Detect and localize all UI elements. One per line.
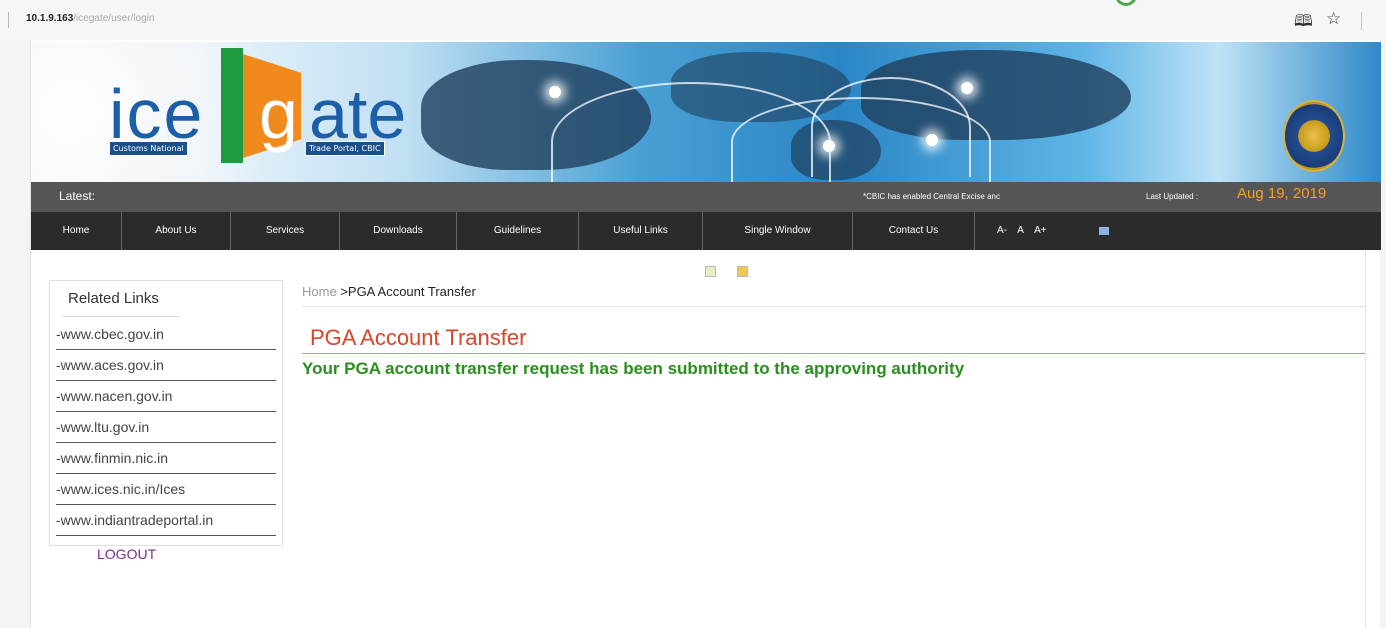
book-open-icon[interactable]: 🕮: [1294, 10, 1313, 37]
page-title: PGA Account Transfer: [310, 325, 527, 350]
font-increase-button[interactable]: A+: [1034, 225, 1047, 236]
nav-useful-links[interactable]: Useful Links: [579, 212, 703, 250]
banner-hub-glow: [961, 82, 973, 94]
related-link-cbec[interactable]: -www.cbec.gov.in: [56, 319, 276, 350]
banner-hub-glow: [823, 140, 835, 152]
nav-about-us[interactable]: About Us: [122, 212, 231, 250]
related-link-finmin[interactable]: -www.finmin.nic.in: [56, 443, 276, 474]
main-nav: Home About Us Services Downloads Guideli…: [31, 212, 1381, 250]
nav-contact-us[interactable]: Contact Us: [853, 212, 975, 250]
browser-address-bar: 10.1.9.163/icegate/user/login 🕮 ☆: [0, 0, 1386, 40]
related-links-list: -www.cbec.gov.in -www.aces.gov.in -www.n…: [56, 319, 276, 536]
breadcrumb-current: >PGA Account Transfer: [340, 284, 476, 299]
nav-downloads[interactable]: Downloads: [340, 212, 457, 250]
logo-tagline-left: Customs National: [109, 141, 188, 156]
divider: [62, 316, 180, 317]
nav-home[interactable]: Home: [31, 212, 122, 250]
news-ticker[interactable]: *CBIC has enabled Central Excise anc: [863, 192, 1000, 201]
breadcrumb-home[interactable]: Home: [302, 284, 337, 299]
breadcrumb: Home >PGA Account Transfer: [302, 284, 476, 299]
font-normal-button[interactable]: A: [1017, 225, 1024, 236]
header-banner: ice g ate Customs National Trade Portal,…: [31, 42, 1381, 182]
banner-hub-glow: [549, 86, 561, 98]
theme-yellow-button[interactable]: [737, 266, 748, 277]
divider: [302, 306, 1365, 307]
star-icon[interactable]: ☆: [1326, 9, 1341, 29]
related-link-ltu[interactable]: -www.ltu.gov.in: [56, 412, 276, 443]
url-field[interactable]: 10.1.9.163/icegate/user/login: [26, 13, 154, 24]
last-updated-date: Aug 19, 2019: [1237, 185, 1327, 202]
page-frame: ice g ate Customs National Trade Portal,…: [30, 40, 1381, 628]
cbic-emblem-icon: [1283, 100, 1345, 172]
icegate-logo[interactable]: ice g ate Customs National Trade Portal,…: [109, 48, 429, 168]
related-link-aces[interactable]: -www.aces.gov.in: [56, 350, 276, 381]
contrast-toggle-icon[interactable]: [1099, 227, 1109, 235]
divider: [8, 12, 9, 28]
logout-link[interactable]: LOGOUT: [97, 546, 156, 562]
related-link-indiantradeportal[interactable]: -www.indiantradeportal.in: [56, 505, 276, 536]
banner-route-arc: [731, 97, 991, 182]
content-right-border: [1365, 250, 1366, 628]
logo-tagline-right: Trade Portal, CBIC: [305, 141, 385, 156]
url-path: /icegate/user/login: [73, 13, 155, 24]
latest-label: Latest:: [59, 189, 96, 203]
banner-hub-glow: [926, 134, 938, 146]
related-links-panel: Related Links -www.cbec.gov.in -www.aces…: [49, 280, 283, 546]
success-message: Your PGA account transfer request has be…: [302, 359, 965, 378]
logo-door-green: [221, 48, 243, 163]
related-link-ices[interactable]: -www.ices.nic.in/Ices: [56, 474, 276, 505]
theme-light-button[interactable]: [705, 266, 716, 277]
latest-news-bar: Latest: *CBIC has enabled Central Excise…: [31, 182, 1381, 212]
logo-text-g: g: [259, 75, 298, 153]
divider: [302, 353, 1365, 354]
font-size-controls: A- A A+: [997, 212, 1055, 250]
related-links-heading: Related Links: [68, 290, 159, 307]
nav-services[interactable]: Services: [231, 212, 340, 250]
divider: [1361, 12, 1362, 30]
related-link-nacen[interactable]: -www.nacen.gov.in: [56, 381, 276, 412]
nav-single-window[interactable]: Single Window: [703, 212, 853, 250]
last-updated-label: Last Updated :: [1146, 192, 1199, 201]
nav-guidelines[interactable]: Guidelines: [457, 212, 579, 250]
font-decrease-button[interactable]: A-: [997, 225, 1007, 236]
url-host: 10.1.9.163: [26, 13, 74, 24]
extension-icon[interactable]: [1115, 0, 1137, 6]
